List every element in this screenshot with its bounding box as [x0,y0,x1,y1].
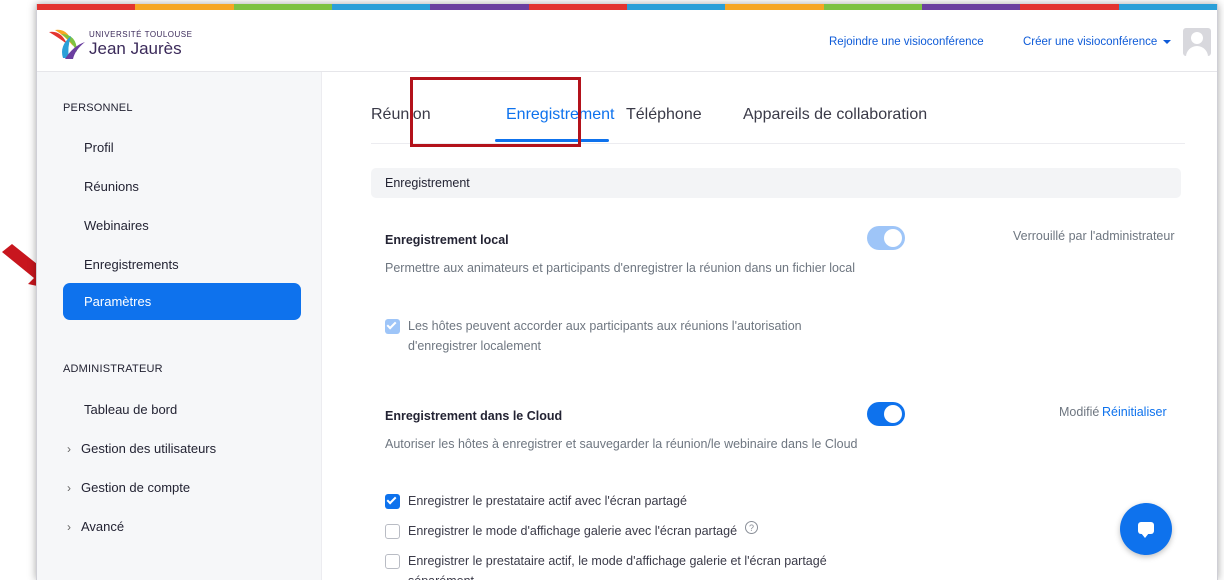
chevron-right-icon: › [67,442,71,456]
option-checkbox[interactable] [385,319,400,334]
sidebar-heading-personal: PERSONNEL [63,102,133,114]
reset-link[interactable]: Réinitialiser [1102,405,1167,419]
local-recording-title: Enregistrement local [385,233,509,247]
sidebar-item-gestion-compte[interactable]: › Gestion de compte [67,480,190,495]
cloud-option-2: Enregistrer le mode d'affichage galerie … [385,521,759,541]
sidebar-item-profil[interactable]: Profil [84,140,114,155]
user-avatar-icon[interactable] [1183,28,1211,56]
modified-status: Modifié [1059,405,1100,419]
top-bar: UNIVERSITÉ TOULOUSE Jean Jaurès Rejoindr… [37,10,1217,72]
option-label: Enregistrer le mode d'affichage galerie … [408,524,738,538]
cloud-option-3: Enregistrer le prestataire actif, le mod… [385,551,865,580]
sidebar-item-reunions[interactable]: Réunions [84,179,139,194]
tab-appareils[interactable]: Appareils de collaboration [743,106,927,124]
sidebar-item-label: Avancé [81,519,125,534]
caret-down-icon [1163,39,1172,44]
cloud-recording-title: Enregistrement dans le Cloud [385,409,563,423]
option-checkbox[interactable] [385,524,400,539]
option-checkbox[interactable] [385,554,400,569]
section-header: Enregistrement [371,168,1181,198]
chat-bubble-icon[interactable] [1120,503,1172,555]
logo-mark-icon [49,29,85,59]
logo-line2: Jean Jaurès [89,39,182,58]
cloud-recording-description: Autoriser les hôtes à enregistrer et sau… [385,437,858,451]
app-window: UNIVERSITÉ TOULOUSE Jean Jaurès Rejoindr… [36,4,1218,580]
create-meeting-link[interactable]: Créer une visioconférence [1023,36,1172,48]
sidebar-item-gestion-utilisateurs[interactable]: › Gestion des utilisateurs [67,441,216,456]
main-content: Réunion Enregistrement Téléphone Apparei… [323,72,1217,580]
join-meeting-link[interactable]: Rejoindre une visioconférence [829,36,984,48]
option-label: Enregistrer le prestataire actif, le mod… [408,554,827,580]
sidebar-item-enregistrements[interactable]: Enregistrements [84,257,179,272]
logo-line1: UNIVERSITÉ TOULOUSE [89,30,193,39]
cloud-recording-toggle[interactable] [867,402,905,426]
sidebar-item-label: Gestion de compte [81,480,191,495]
create-meeting-label: Créer une visioconférence [1023,36,1158,48]
option-label: Les hôtes peuvent accorder aux participa… [408,319,802,353]
help-icon[interactable]: ? [745,521,759,534]
locked-status: Verrouillé par l'administrateur [1013,229,1175,243]
local-recording-description: Permettre aux animateurs et participants… [385,261,855,275]
sidebar-item-label: Gestion des utilisateurs [81,441,217,456]
tab-highlight-annotation [410,77,581,147]
chevron-right-icon: › [67,520,71,534]
chevron-right-icon: › [67,481,71,495]
local-recording-toggle[interactable] [867,226,905,250]
sidebar-item-parametres[interactable]: Paramètres [63,283,301,320]
sidebar-item-tableau-de-bord[interactable]: Tableau de bord [84,402,177,417]
tab-telephone[interactable]: Téléphone [626,106,702,124]
university-logo[interactable]: UNIVERSITÉ TOULOUSE Jean Jaurès [47,28,192,60]
sidebar-item-webinaires[interactable]: Webinaires [84,218,149,233]
option-checkbox[interactable] [385,494,400,509]
local-recording-option: Les hôtes peuvent accorder aux participa… [385,316,855,356]
sidebar-heading-admin: ADMINISTRATEUR [63,363,163,375]
sidebar: PERSONNEL Profil Réunions Webinaires Enr… [37,72,322,580]
sidebar-item-avance[interactable]: › Avancé [67,519,124,534]
option-label: Enregistrer le prestataire actif avec l'… [408,494,687,508]
cloud-option-1: Enregistrer le prestataire actif avec l'… [385,491,687,511]
